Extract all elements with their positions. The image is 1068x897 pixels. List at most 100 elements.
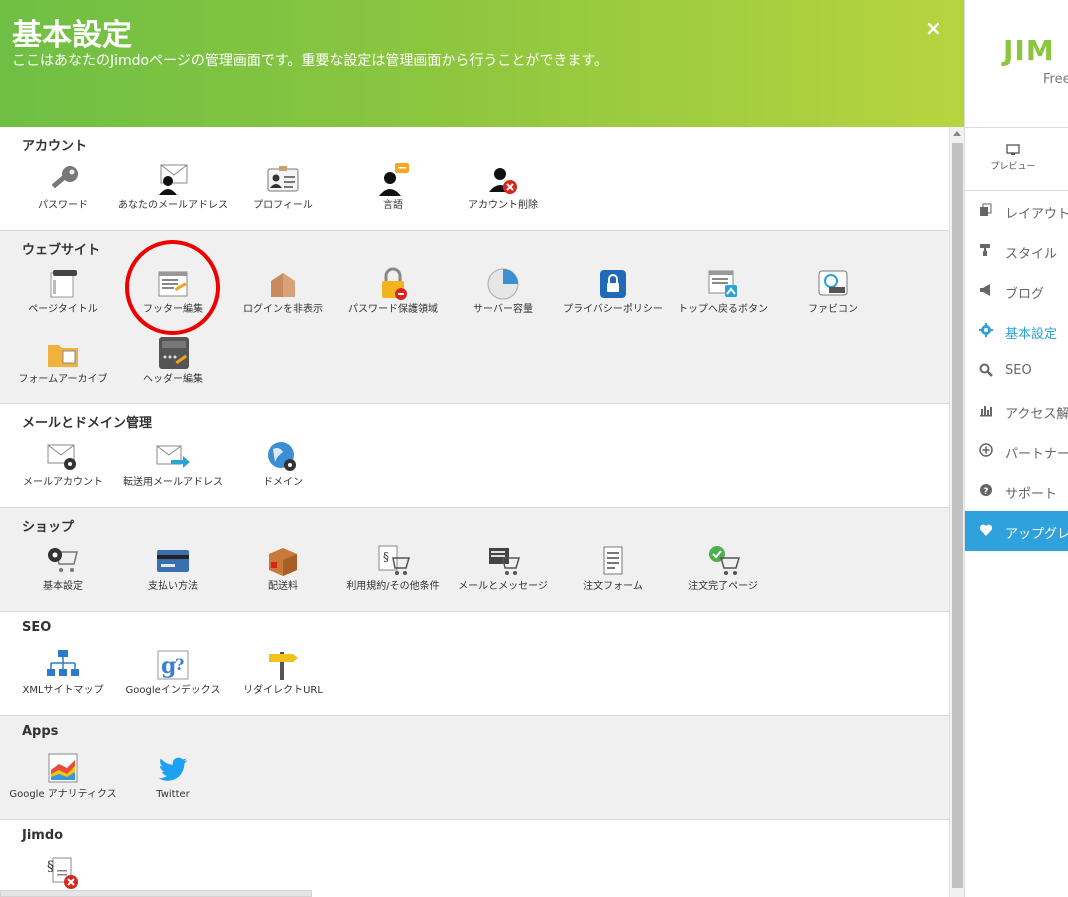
item-page-title[interactable]: ページタイトル xyxy=(8,267,118,316)
svg-text:?: ? xyxy=(983,487,988,497)
page-title-icon xyxy=(45,267,81,301)
terms-delete-icon: § xyxy=(45,856,81,890)
section-account: アカウント パスワード あなたのメールアドレス プロフィール 言語 アカウント削… xyxy=(0,127,949,231)
scroll-up-arrow-icon[interactable] xyxy=(953,131,961,136)
user-delete-icon xyxy=(485,163,521,197)
item-google-index[interactable]: g? Googleインデックス xyxy=(118,648,228,697)
order-form-icon xyxy=(595,544,631,578)
item-label: サーバー容量 xyxy=(473,304,533,315)
section-mail-domain: メールとドメイン管理 メールアカウント 転送用メールアドレス ドメイン xyxy=(0,404,949,508)
item-label: 支払い方法 xyxy=(148,581,198,592)
item-label: トップへ戻るボタン xyxy=(678,304,768,315)
item-domain[interactable]: ドメイン xyxy=(228,440,338,489)
profile-card-icon xyxy=(265,163,301,197)
form-archive-icon xyxy=(45,337,81,371)
item-language[interactable]: 言語 xyxy=(338,163,448,212)
item-label: 注文フォーム xyxy=(583,581,643,592)
favicon-icon xyxy=(815,267,851,301)
svg-text:§: § xyxy=(47,859,54,875)
item-shipping-fees[interactable]: 配送料 xyxy=(228,544,338,593)
bar-chart-icon xyxy=(980,406,992,417)
item-label: アカウント削除 xyxy=(468,200,538,211)
cart-check-icon xyxy=(705,544,741,578)
item-label: ドメイン xyxy=(263,477,303,488)
item-header-edit[interactable]: ヘッダー編集 xyxy=(118,337,228,386)
section-title: Jimdo xyxy=(22,828,64,843)
mail-gear-icon xyxy=(45,440,81,474)
privacy-lock-icon xyxy=(595,267,631,301)
item-hide-login[interactable]: ログインを非表示 xyxy=(228,267,338,316)
sidebar-item-blog[interactable]: ブログ xyxy=(965,271,1068,311)
plan-label: Free xyxy=(1043,72,1068,87)
user-language-icon xyxy=(375,163,411,197)
sidebar-item-style[interactable]: スタイル xyxy=(965,231,1068,271)
megaphone-icon xyxy=(980,284,990,296)
item-shop-settings[interactable]: 基本設定 xyxy=(8,544,118,593)
item-label: ページタイトル xyxy=(28,304,98,315)
back-to-top-icon xyxy=(705,267,741,301)
svg-text:§: § xyxy=(383,550,389,564)
item-label: ファビコン xyxy=(808,304,858,315)
layout-icon xyxy=(980,203,992,216)
section-seo: SEO XMLサイトマップ g? Googleインデックス リダイレクトURL xyxy=(0,612,949,716)
section-title: メールとドメイン管理 xyxy=(22,416,153,431)
sidebar-item-upgrade[interactable]: アップグレ xyxy=(965,511,1068,551)
vertical-scrollbar[interactable] xyxy=(949,127,964,897)
item-password-protected[interactable]: パスワード保護領域 xyxy=(338,267,448,316)
cart-mail-icon xyxy=(485,544,521,578)
jimdo-logo: JIM xyxy=(1003,34,1055,67)
item-forwarding-address[interactable]: 転送用メールアドレス xyxy=(118,440,228,489)
sidebar-item-seo[interactable]: SEO xyxy=(965,351,1068,391)
settings-panel: 基本設定 ここはあなたのJimdoページの管理画面です。重要な設定は管理画面から… xyxy=(0,0,964,897)
google-index-icon: g? xyxy=(155,648,191,682)
item-label: 利用規約/その他条件 xyxy=(346,581,440,592)
item-order-form[interactable]: 注文フォーム xyxy=(558,544,668,593)
preview-button[interactable]: プレビュー xyxy=(973,144,1053,172)
sidebar-item-layout[interactable]: レイアウト xyxy=(965,191,1068,231)
settings-content: アカウント パスワード あなたのメールアドレス プロフィール 言語 アカウント削… xyxy=(0,127,949,897)
item-twitter[interactable]: Twitter xyxy=(118,752,228,801)
sidebar-item-settings[interactable]: 基本設定 xyxy=(965,311,1068,351)
item-favicon[interactable]: ファビコン xyxy=(778,267,888,316)
item-label: Googleインデックス xyxy=(125,685,221,696)
page-subtitle: ここはあなたのJimdoページの管理画面です。重要な設定は管理画面から行うことが… xyxy=(12,53,609,69)
item-terms-conditions[interactable]: § 利用規約/その他条件 xyxy=(338,544,448,593)
horizontal-scrollbar[interactable] xyxy=(0,890,312,897)
item-label: プライバシーポリシー xyxy=(563,304,663,315)
item-label: 注文完了ページ xyxy=(688,581,758,592)
item-redirect-url[interactable]: リダイレクトURL xyxy=(228,648,338,697)
item-password[interactable]: パスワード xyxy=(8,163,118,212)
sidebar-item-analytics[interactable]: アクセス解 xyxy=(965,391,1068,431)
section-title: ショップ xyxy=(22,520,75,535)
sidebar-item-support[interactable]: ? サポート xyxy=(965,471,1068,511)
item-google-analytics[interactable]: Google アナリティクス xyxy=(8,752,118,801)
shipping-box-icon xyxy=(265,544,301,578)
item-delete-account[interactable]: アカウント削除 xyxy=(448,163,558,212)
item-back-to-top[interactable]: トップへ戻るボタン xyxy=(668,267,778,316)
close-button[interactable]: × xyxy=(925,16,942,40)
analytics-icon xyxy=(45,752,81,786)
section-jimdo: Jimdo § 概要 xyxy=(0,820,949,897)
svg-text:?: ? xyxy=(175,655,184,674)
item-privacy-policy[interactable]: プライバシーポリシー xyxy=(558,267,668,316)
item-order-complete-page[interactable]: 注文完了ページ xyxy=(668,544,778,593)
item-label: Twitter xyxy=(156,789,190,800)
preview-label: プレビュー xyxy=(990,162,1036,172)
section-title: Apps xyxy=(22,724,59,739)
item-xml-sitemap[interactable]: XMLサイトマップ xyxy=(8,648,118,697)
scroll-thumb[interactable] xyxy=(952,143,963,888)
item-label: リダイレクトURL xyxy=(243,685,323,696)
sidebar-item-partner[interactable]: パートナー xyxy=(965,431,1068,471)
item-form-archive[interactable]: フォームアーカイブ xyxy=(8,337,118,386)
user-mail-icon xyxy=(155,163,191,197)
item-profile[interactable]: プロフィール xyxy=(228,163,338,212)
item-server-space[interactable]: サーバー容量 xyxy=(448,267,558,316)
item-mail-account[interactable]: メールアカウント xyxy=(8,440,118,489)
item-payment-methods[interactable]: 支払い方法 xyxy=(118,544,228,593)
plus-circle-icon xyxy=(979,443,993,457)
twitter-icon xyxy=(155,752,191,786)
item-mail-messages[interactable]: メールとメッセージ xyxy=(448,544,558,593)
item-email-address[interactable]: あなたのメールアドレス xyxy=(118,163,228,212)
heart-icon xyxy=(979,524,993,536)
item-label: メールアカウント xyxy=(23,477,103,488)
